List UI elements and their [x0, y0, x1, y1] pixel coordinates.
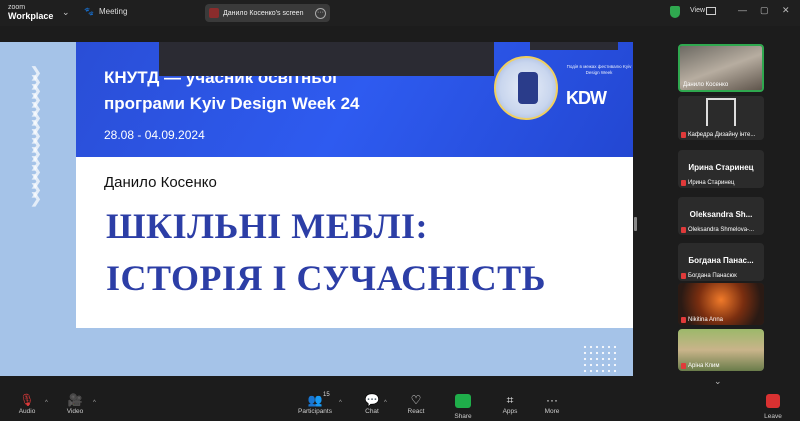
- zoom-logo: zoom Workplace: [8, 3, 53, 21]
- participant-tile[interactable]: Данило Косенко: [678, 44, 764, 92]
- zoom-window: zoom Workplace ⌄ 🐾 Meeting Данило Косенк…: [0, 0, 800, 421]
- shield-icon[interactable]: [670, 6, 680, 18]
- leave-label: Leave: [764, 413, 782, 420]
- screen-share-label: Данило Косенко's screen: [223, 9, 304, 17]
- leave-icon: [766, 394, 780, 408]
- slide-content: Данило Косенко ШКІЛЬНІ МЕБЛІ: ІСТОРІЯ І …: [76, 157, 633, 328]
- chevron-down-icon[interactable]: ⌄: [62, 7, 70, 18]
- share-label: Share: [454, 413, 472, 420]
- leave-button[interactable]: Leave: [748, 392, 798, 420]
- heart-icon: ♡: [410, 393, 422, 407]
- slide-author: Данило Косенко: [104, 174, 217, 191]
- mic-muted-icon: [681, 180, 686, 186]
- mic-muted-icon: [681, 132, 686, 138]
- participant-tile[interactable]: Oleksandra Sh... Oleksandra Shmelova-...: [678, 197, 764, 235]
- participants-options-caret[interactable]: ^: [339, 400, 342, 406]
- more-label: More: [544, 408, 560, 415]
- participant-label: Аріна Клим: [681, 363, 719, 369]
- overlay-bar-small: [530, 42, 618, 50]
- view-button[interactable]: View: [690, 7, 705, 14]
- participant-tile[interactable]: Богдана Панас... Богдана Панасюк: [678, 243, 764, 281]
- close-icon[interactable]: ✕: [782, 5, 790, 16]
- share-indicator-icon: [209, 8, 219, 18]
- video-label: Video: [66, 408, 84, 415]
- participant-label: Nikitina Anna: [681, 317, 723, 323]
- slide-title-line1: ШКІЛЬНІ МЕБЛІ:: [106, 206, 428, 246]
- participant-tile[interactable]: Nikitina Anna: [678, 283, 764, 325]
- participant-label: Oleksandra Shmelova-...: [681, 227, 754, 233]
- react-label: React: [407, 408, 425, 415]
- participant-display-name: Ирина Старинец: [688, 163, 754, 172]
- partner-caption: Подія в межах фестивалю Kyiv Design Week: [566, 64, 632, 75]
- audio-options-caret[interactable]: ^: [45, 400, 48, 406]
- share-screen-icon: [455, 394, 471, 408]
- banner-dates: 28.08 - 04.09.2024: [104, 128, 205, 142]
- participant-tile[interactable]: Аріна Клим: [678, 329, 764, 371]
- screen-share-pill[interactable]: Данило Косенко's screen ···: [205, 4, 330, 22]
- share-button[interactable]: Share: [438, 392, 488, 420]
- participants-count: 15: [323, 392, 330, 398]
- participant-tile[interactable]: Ирина Старинец Ирина Старинец: [678, 150, 764, 188]
- university-emblem: [494, 56, 558, 120]
- decor-chevrons: ❯ ❯ ❯ ❯ ❯ ❯ ❯ ❯ ❯ ❯ ❯ ❯ ❯ ❯ ❯: [30, 64, 42, 206]
- meeting-menu[interactable]: 🐾 Meeting: [84, 7, 127, 16]
- participant-display-name: Oleksandra Sh...: [689, 210, 753, 219]
- more-icon: ···: [546, 393, 558, 407]
- chat-options-caret[interactable]: ^: [384, 400, 387, 406]
- panel-resize-handle[interactable]: [634, 217, 637, 231]
- mic-muted-icon: [681, 227, 686, 233]
- video-options-caret[interactable]: ^: [93, 400, 96, 406]
- participant-label: Богдана Панасюк: [681, 273, 737, 279]
- more-icon[interactable]: ···: [315, 7, 326, 19]
- minimize-icon[interactable]: —: [738, 5, 747, 15]
- banner-line2: програми Kyiv Design Week 24: [104, 94, 360, 113]
- paw-icon: 🐾: [84, 7, 94, 16]
- participants-button[interactable]: 👥 Participants: [290, 392, 340, 415]
- mic-muted-icon: [681, 317, 686, 323]
- participants-icon: 👥: [307, 393, 323, 407]
- decor-dots: [582, 344, 616, 374]
- meeting-toolbar: 🎙 Audio ^ 🎥 Video ^ 👥 Participants 15 ^ …: [0, 392, 800, 421]
- view-grid-icon[interactable]: [706, 7, 716, 15]
- chat-button[interactable]: 💬 Chat: [347, 392, 397, 415]
- title-bar: zoom Workplace ⌄ 🐾 Meeting Данило Косенк…: [0, 0, 800, 26]
- slide-title-line2: ІСТОРІЯ І СУЧАСНІСТЬ: [106, 258, 546, 298]
- meeting-label: Meeting: [98, 7, 128, 16]
- chat-icon: 💬: [364, 393, 380, 407]
- participant-tile[interactable]: Кафедра Дизайну інте...: [678, 96, 764, 140]
- participant-label: Ирина Старинец: [681, 180, 734, 186]
- maximize-icon[interactable]: ▢: [760, 5, 769, 16]
- participant-label: Данило Косенко: [683, 82, 729, 88]
- more-button[interactable]: ··· More: [527, 392, 577, 415]
- overlay-bar: [159, 42, 494, 76]
- chevron-down-icon[interactable]: ⌄: [714, 376, 722, 387]
- logo-line2: Workplace: [8, 11, 54, 21]
- chat-label: Chat: [365, 408, 379, 415]
- shared-screen: ❯ ❯ ❯ ❯ ❯ ❯ ❯ ❯ ❯ ❯ ❯ ❯ ❯ ❯ ❯ КНУТД — учасник освітньо…: [0, 42, 633, 376]
- participant-label: Кафедра Дизайну інте...: [681, 132, 755, 138]
- slide-banner: КНУТД — учасник освітньої програми Kyiv …: [76, 42, 633, 157]
- mic-muted-icon: [681, 363, 686, 369]
- audio-label: Audio: [18, 408, 36, 415]
- kdw-logo: KDW: [566, 88, 607, 108]
- mic-muted-icon: [681, 273, 686, 279]
- participant-display-name: Богдана Панас...: [688, 256, 754, 265]
- participants-label: Participants: [298, 408, 332, 415]
- react-button[interactable]: ♡ React: [391, 392, 441, 415]
